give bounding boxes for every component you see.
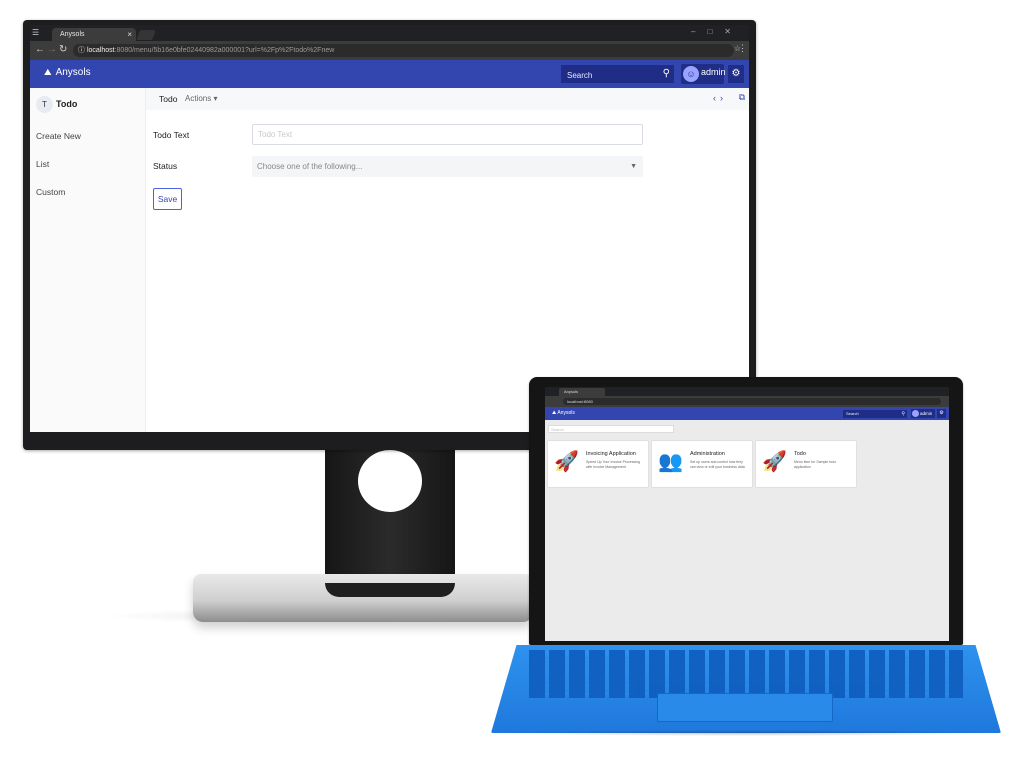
caret-down-icon: ▾ bbox=[213, 94, 218, 103]
chevron-right-icon[interactable]: › bbox=[720, 93, 727, 103]
url-host: localhost bbox=[86, 47, 115, 54]
caret-down-icon: ▼ bbox=[630, 163, 637, 170]
todo-text-input[interactable] bbox=[252, 124, 643, 145]
window-controls[interactable]: –□✕ bbox=[691, 27, 743, 36]
browser-tab[interactable]: Anysols × bbox=[52, 28, 136, 41]
browser-profile-icon[interactable]: ☰ bbox=[32, 28, 39, 37]
card-description: Speed Up Your Invoice Processing with In… bbox=[586, 460, 640, 469]
laptop: Anysols localhost:8080 ⛰ Anysols Search ⚲… bbox=[529, 377, 963, 645]
app-logo[interactable]: ⛰ Anysols bbox=[44, 67, 91, 78]
sidebar: T Todo Create New List Custom bbox=[30, 88, 146, 432]
keyboard-shadow bbox=[491, 730, 1001, 736]
header-search: ⚲ bbox=[561, 65, 674, 85]
keyboard-keys bbox=[529, 650, 963, 698]
app-card-invoicing[interactable]: 🚀 Invoicing Application Speed Up Your In… bbox=[548, 441, 648, 487]
external-link-icon[interactable]: ⧉ bbox=[739, 92, 745, 103]
user-name: admin bbox=[701, 67, 726, 77]
laptop-brand-text: Anysols bbox=[557, 410, 575, 416]
monitor-stand-foot bbox=[325, 583, 455, 597]
users-icon: 👥 bbox=[658, 451, 683, 473]
forward-arrow-icon[interactable]: → bbox=[47, 44, 57, 56]
info-icon[interactable]: ⓘ bbox=[78, 47, 87, 54]
card-title: Invoicing Application bbox=[586, 451, 636, 457]
laptop-screen: Anysols localhost:8080 ⛰ Anysols Search ⚲… bbox=[545, 387, 949, 641]
avatar bbox=[912, 410, 919, 417]
chevron-left-icon[interactable]: ‹ bbox=[713, 93, 720, 103]
rocket-icon: 🚀 bbox=[554, 451, 579, 473]
laptop-user-menu[interactable]: admin bbox=[911, 409, 935, 418]
avatar: ☺ bbox=[683, 66, 699, 82]
sidebar-avatar: T bbox=[36, 96, 53, 113]
save-button[interactable]: Save bbox=[153, 188, 182, 210]
todo-text-label: Todo Text bbox=[153, 130, 190, 140]
status-label: Status bbox=[153, 161, 178, 171]
actions-label: Actions bbox=[185, 94, 212, 103]
laptop-address-bar: localhost:8080 bbox=[545, 396, 949, 407]
laptop-app-brand[interactable]: ⛰ Anysols bbox=[552, 410, 575, 416]
search-icon[interactable]: ⚲ bbox=[663, 68, 670, 80]
status-select[interactable]: Choose one of the following... ▼ bbox=[252, 156, 643, 177]
monitor-stand-cutout bbox=[358, 450, 422, 512]
app-card-todo[interactable]: 🚀 Todo Menu item for Sample todo applica… bbox=[756, 441, 856, 487]
monitor-base bbox=[193, 574, 533, 622]
app-header: ⛰Anysols ⚲ ☺ admin ⚙ bbox=[30, 60, 749, 88]
sidebar-title: Todo bbox=[56, 99, 78, 109]
new-tab-button[interactable] bbox=[136, 30, 156, 40]
monitor-screen: ☰ Anysols × –□✕ ← → ↻ ⓘ localhost:8080/m… bbox=[30, 25, 749, 432]
actions-dropdown[interactable]: Actions ▾ bbox=[185, 94, 217, 103]
settings-button[interactable]: ⚙ bbox=[728, 65, 744, 83]
browser-address-bar: ← → ↻ ⓘ localhost:8080/menu/5b16e0bfe024… bbox=[30, 41, 749, 60]
url-path: :8080/menu/5b16e0bfe02440982a000001?url=… bbox=[114, 47, 335, 54]
laptop-browser-tab[interactable]: Anysols bbox=[559, 388, 605, 396]
card-description: Set up users and control how they can vi… bbox=[690, 460, 745, 469]
user-menu[interactable]: ☺ admin bbox=[681, 64, 726, 84]
laptop-tab-title: Anysols bbox=[564, 389, 579, 394]
sidebar-item-create-new[interactable]: Create New bbox=[36, 131, 81, 141]
browser-tab-title: Anysols bbox=[60, 31, 85, 38]
card-title: Todo bbox=[794, 451, 806, 457]
laptop-search-input[interactable]: Search ⚲ bbox=[843, 410, 907, 418]
status-select-placeholder: Choose one of the following... bbox=[257, 162, 363, 171]
laptop-app-header: ⛰ Anysols Search ⚲ admin ⚙ bbox=[545, 407, 949, 420]
sidebar-item-custom[interactable]: Custom bbox=[36, 187, 65, 197]
url-field[interactable]: ⓘ localhost:8080/menu/5b16e0bfe02440982a… bbox=[73, 44, 734, 57]
reload-icon[interactable]: ↻ bbox=[59, 44, 67, 56]
breadcrumb[interactable]: Todo bbox=[159, 94, 177, 104]
search-input[interactable] bbox=[565, 65, 661, 85]
laptop-browser-tabstrip: Anysols bbox=[545, 387, 949, 396]
close-icon[interactable]: × bbox=[127, 28, 132, 41]
browser-menu-icon[interactable]: ⋮ bbox=[738, 43, 747, 54]
content-toolbar: Todo Actions ▾ ‹› ⧉ bbox=[146, 88, 749, 110]
gear-icon: ⚙ bbox=[731, 68, 741, 79]
trackpad bbox=[657, 693, 833, 722]
gear-icon[interactable]: ⚙ bbox=[937, 409, 946, 418]
back-arrow-icon[interactable]: ← bbox=[35, 44, 45, 56]
card-title: Administration bbox=[690, 451, 725, 457]
laptop-filter-input[interactable]: Search bbox=[548, 425, 674, 433]
laptop-search-placeholder: Search bbox=[846, 411, 859, 416]
laptop-url-field[interactable]: localhost:8080 bbox=[563, 398, 941, 405]
rocket-icon: 🚀 bbox=[762, 451, 787, 473]
search-icon: ⚲ bbox=[901, 411, 905, 417]
browser-tabstrip: ☰ Anysols × –□✕ bbox=[30, 25, 749, 41]
laptop-keyboard bbox=[491, 645, 1001, 733]
pager: ‹› bbox=[713, 93, 727, 103]
sidebar-item-list[interactable]: List bbox=[36, 159, 49, 169]
mountain-logo-icon: ⛰ bbox=[44, 67, 52, 77]
app-brand: Anysols bbox=[55, 67, 91, 78]
laptop-user-name: admin bbox=[920, 411, 933, 416]
app-card-administration[interactable]: 👥 Administration Set up users and contro… bbox=[652, 441, 752, 487]
card-description: Menu item for Sample todo application bbox=[794, 460, 837, 469]
